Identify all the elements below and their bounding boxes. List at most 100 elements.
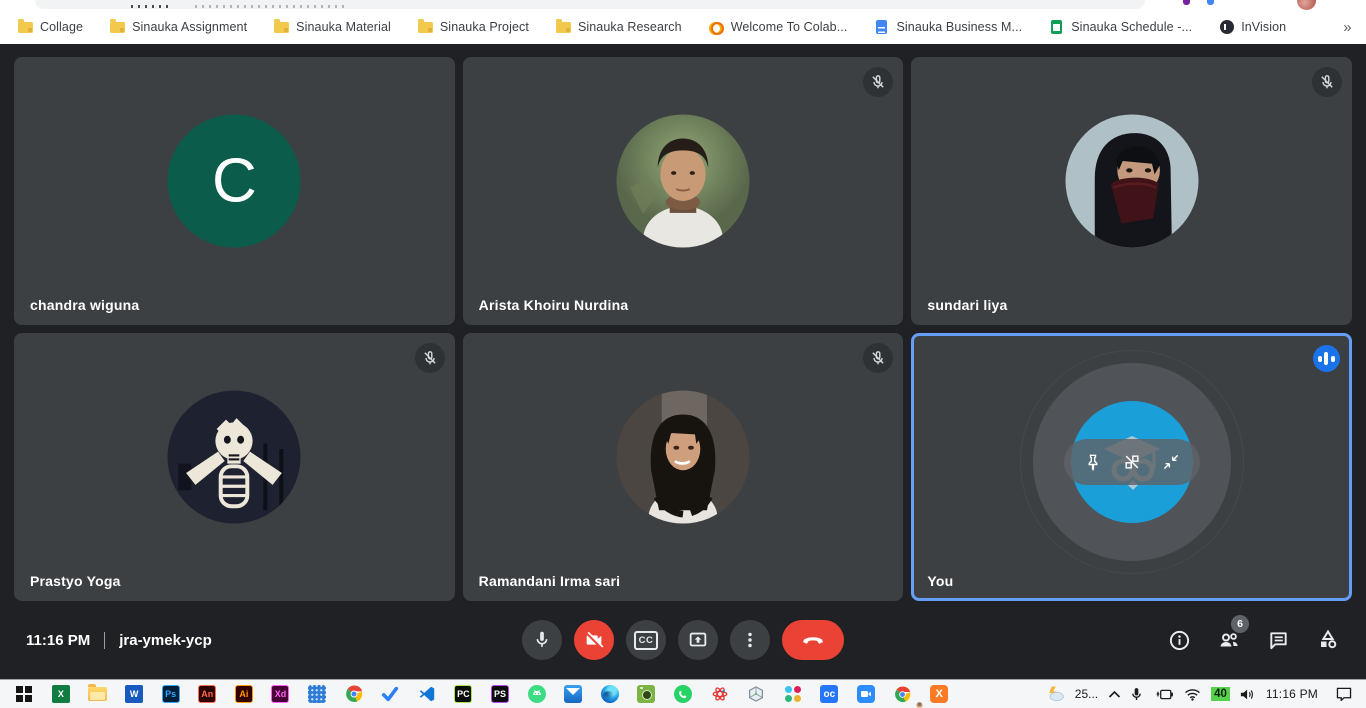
- bookmark-label: InVision: [1241, 20, 1286, 34]
- bookmark-label: Collage: [40, 20, 83, 34]
- grid-app-icon: [308, 685, 326, 703]
- whatsapp-icon: [674, 685, 692, 703]
- taskbar-adobe-xd[interactable]: Xd: [262, 680, 299, 708]
- participant-photo-avatar: [1065, 115, 1198, 248]
- taskbar-whatsapp[interactable]: [665, 680, 702, 708]
- bookmark-sinauka-business[interactable]: Sinauka Business M...: [874, 20, 1022, 35]
- extension-icon[interactable]: [1183, 0, 1190, 5]
- bookmarks-overflow-chevron[interactable]: »: [1343, 19, 1351, 36]
- vscode-icon: [418, 685, 436, 703]
- participants-button[interactable]: 6: [1217, 628, 1241, 652]
- participant-name: Prastyo Yoga: [30, 573, 121, 589]
- edge-icon: [601, 685, 619, 703]
- taskbar-phpstorm[interactable]: PS: [482, 680, 519, 708]
- captions-button[interactable]: CC: [626, 620, 666, 660]
- address-bar[interactable]: [35, 0, 1145, 9]
- present-screen-button[interactable]: [678, 620, 718, 660]
- taskbar-excel[interactable]: X: [43, 680, 80, 708]
- extension-icon[interactable]: [1207, 0, 1214, 5]
- participant-tile-chandra-wiguna[interactable]: C chandra wiguna: [14, 57, 455, 325]
- bookmark-collage[interactable]: Collage: [18, 20, 83, 35]
- taskbar-clock[interactable]: 11:16 PM: [1266, 687, 1318, 701]
- taskbar-pinwheel-app[interactable]: [774, 680, 811, 708]
- weather-temperature[interactable]: 25...: [1075, 687, 1098, 701]
- taskbar-pycharm[interactable]: PC: [445, 680, 482, 708]
- taskbar-android-app[interactable]: [518, 680, 555, 708]
- participant-tile-you[interactable]: You: [911, 333, 1352, 601]
- animate-icon: An: [198, 685, 216, 703]
- taskbar-zoom-app[interactable]: [848, 680, 885, 708]
- taskbar-animate[interactable]: An: [189, 680, 226, 708]
- bookmark-colab[interactable]: Welcome To Colab...: [709, 20, 848, 35]
- bookmark-sinauka-schedule[interactable]: Sinauka Schedule -...: [1049, 20, 1192, 35]
- taskbar-check-app[interactable]: [372, 680, 409, 708]
- action-center-icon[interactable]: [1336, 687, 1352, 701]
- photoshop-icon: Ps: [162, 685, 180, 703]
- windows-taskbar: X W Ps An Ai Xd PC PS: [0, 679, 1366, 708]
- tray-overflow-chevron[interactable]: [1108, 690, 1121, 699]
- battery-plugged-icon[interactable]: [1152, 688, 1174, 701]
- chat-icon: [1267, 629, 1290, 652]
- taskbar-chrome-profile[interactable]: [884, 680, 921, 708]
- volume-icon[interactable]: [1240, 688, 1256, 701]
- battery-percent-badge[interactable]: 40: [1211, 687, 1230, 701]
- mic-muted-icon: [863, 67, 893, 97]
- taskbar-file-explorer[interactable]: [79, 680, 116, 708]
- microphone-button[interactable]: [522, 620, 562, 660]
- taskbar-xampp[interactable]: X: [921, 680, 958, 708]
- minimize-tile-button[interactable]: [1161, 452, 1181, 472]
- mic-in-use-icon[interactable]: [1131, 687, 1142, 702]
- bookmarks-bar: Collage Sinauka Assignment Sinauka Mater…: [0, 10, 1366, 44]
- participant-photo-avatar: [616, 391, 749, 524]
- taskbar-illustrator[interactable]: Ai: [226, 680, 263, 708]
- bookmark-label: Sinauka Business M...: [896, 20, 1022, 34]
- hexagon-app-icon: [747, 685, 765, 703]
- meeting-info: 11:16 PM jra-ymek-ycp: [26, 632, 212, 649]
- taskbar-camera-app[interactable]: [628, 680, 665, 708]
- avatar-letter: C: [212, 146, 257, 217]
- excel-icon: X: [52, 685, 70, 703]
- start-button[interactable]: [6, 680, 43, 708]
- bookmark-sinauka-research[interactable]: Sinauka Research: [556, 20, 682, 35]
- taskbar-photoshop[interactable]: Ps: [152, 680, 189, 708]
- taskbar-red-swirl-app[interactable]: [701, 680, 738, 708]
- taskbar-edge[interactable]: [592, 680, 629, 708]
- divider: [104, 632, 105, 649]
- android-app-icon: [528, 685, 546, 703]
- end-call-button[interactable]: [782, 620, 844, 660]
- participant-tile-sundari[interactable]: sundari liya: [911, 57, 1352, 325]
- taskbar-blue-grid-app[interactable]: [299, 680, 336, 708]
- audio-playing-indicator: [1313, 345, 1340, 372]
- call-controls: CC: [522, 620, 844, 660]
- browser-profile-avatar[interactable]: [1297, 0, 1316, 10]
- activities-button[interactable]: [1316, 628, 1340, 652]
- info-icon: [1168, 629, 1191, 652]
- participant-tile-arista[interactable]: Arista Khoiru Nurdina: [463, 57, 904, 325]
- bookmark-sinauka-material[interactable]: Sinauka Material: [274, 20, 391, 35]
- taskbar-oc-app[interactable]: oc: [811, 680, 848, 708]
- taskbar-hexagon-app[interactable]: [738, 680, 775, 708]
- more-options-button[interactable]: [730, 620, 770, 660]
- bookmark-label: Sinauka Project: [440, 20, 529, 34]
- check-app-icon: [381, 685, 399, 703]
- taskbar-chrome[interactable]: [335, 680, 372, 708]
- weather-icon[interactable]: [1045, 685, 1065, 703]
- remove-tile-button[interactable]: [1122, 452, 1142, 472]
- taskbar-word[interactable]: W: [116, 680, 153, 708]
- taskbar-vscode[interactable]: [409, 680, 446, 708]
- meeting-details-button[interactable]: [1168, 629, 1191, 652]
- participant-tile-ramandani[interactable]: Ramandani Irma sari: [463, 333, 904, 601]
- bookmark-sinauka-project[interactable]: Sinauka Project: [418, 20, 529, 35]
- participant-tile-prastyo[interactable]: Prastyo Yoga: [14, 333, 455, 601]
- oc-app-icon: oc: [820, 685, 838, 703]
- profile-badge-icon: [915, 701, 924, 708]
- bookmark-sinauka-assignment[interactable]: Sinauka Assignment: [110, 20, 247, 35]
- wifi-icon[interactable]: [1184, 688, 1201, 701]
- chat-button[interactable]: [1267, 629, 1290, 652]
- pin-tile-button[interactable]: [1083, 452, 1103, 472]
- bookmark-invision[interactable]: InVision: [1219, 20, 1286, 35]
- camera-off-button[interactable]: [574, 620, 614, 660]
- taskbar-mail[interactable]: [555, 680, 592, 708]
- letter-avatar: C: [168, 115, 301, 248]
- mic-muted-icon: [1312, 67, 1342, 97]
